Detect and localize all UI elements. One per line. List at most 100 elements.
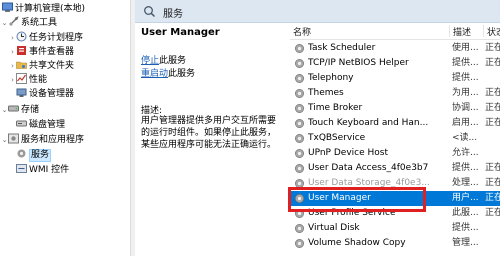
tree-label-shared-folders: 共享文件夹 bbox=[29, 61, 75, 71]
tree-label-services-apps: 服务和应用程序 bbox=[21, 135, 85, 145]
service-description-cell: 提供... bbox=[452, 223, 479, 233]
tree-label-wmi: WMI 控件 bbox=[29, 165, 70, 175]
table-row[interactable]: Virtual Disk 提供... bbox=[290, 221, 500, 236]
chevron-down-icon[interactable]: ⌄ bbox=[1, 134, 8, 147]
service-name-cell: Themes bbox=[308, 88, 344, 98]
service-status-cell: 正在 bbox=[485, 118, 500, 128]
tree-label-event-viewer: 事件查看器 bbox=[29, 47, 75, 57]
column-header-name[interactable]: 名称 bbox=[290, 25, 450, 38]
gear-icon bbox=[294, 133, 305, 144]
tree-node-event-viewer[interactable]: › 事件查看器 bbox=[9, 45, 74, 58]
table-row[interactable]: Time Broker 协调... 正在 bbox=[290, 101, 500, 116]
tree-node-services[interactable]: 服务 bbox=[16, 148, 52, 162]
services-header-title: 服务 bbox=[163, 9, 183, 20]
gear-icon bbox=[294, 43, 305, 54]
performance-icon bbox=[16, 73, 27, 84]
column-header-description[interactable]: 描述 bbox=[450, 25, 484, 38]
storage-icon bbox=[8, 103, 19, 114]
tree-label-root: 计算机管理(本地) bbox=[15, 4, 86, 14]
service-name-cell: User Manager bbox=[308, 193, 371, 203]
service-description-cell: 提供... bbox=[452, 163, 479, 173]
table-row[interactable]: User Data Access_4f0e3b7 提供... 正在 bbox=[290, 161, 500, 176]
gear-icon bbox=[16, 148, 27, 159]
tree-node-system-tools[interactable]: ⌄ 系统工具 bbox=[1, 16, 57, 29]
chevron-right-icon[interactable]: › bbox=[9, 32, 16, 45]
service-name-cell: Volume Shadow Copy bbox=[308, 238, 406, 248]
table-row[interactable]: TCP/IP NetBIOS Helper 提供... 正在 bbox=[290, 56, 500, 71]
chevron-down-icon[interactable]: ⌄ bbox=[1, 17, 8, 30]
service-name-cell: TCP/IP NetBIOS Helper bbox=[308, 58, 409, 68]
service-description-cell: 处理... bbox=[452, 178, 479, 188]
table-row[interactable]: User Profile Service 此服... 正在 bbox=[290, 206, 500, 221]
computer-management-icon bbox=[2, 2, 13, 13]
table-row[interactable]: User Data Storage_4f0e3... 处理... 正在 bbox=[290, 176, 500, 191]
tree-node-task-scheduler[interactable]: › 任务计划程序 bbox=[9, 31, 83, 44]
gear-icon bbox=[294, 238, 305, 249]
stop-service-suffix: 此服务 bbox=[159, 56, 187, 66]
service-name-cell: Virtual Disk bbox=[308, 223, 360, 233]
chevron-right-icon[interactable]: › bbox=[9, 60, 16, 73]
gear-icon bbox=[294, 73, 305, 84]
table-row[interactable]: Task Scheduler 使用... 正在 bbox=[290, 41, 500, 56]
service-description-cell: 此服... bbox=[452, 208, 479, 218]
tree-label-device-manager: 设备管理器 bbox=[29, 89, 75, 99]
restart-service-link[interactable]: 重启动 bbox=[141, 69, 168, 79]
column-header-row: 名称 描述 状态 bbox=[290, 23, 500, 40]
search-icon bbox=[143, 5, 156, 18]
wmi-icon bbox=[16, 163, 27, 174]
tree-node-device-manager[interactable]: 设备管理器 bbox=[16, 87, 74, 100]
column-header-status[interactable]: 状态 bbox=[484, 25, 500, 38]
table-row[interactable]: Themes 为用... 正在 bbox=[290, 86, 500, 101]
service-description-cell: 提供... bbox=[452, 58, 479, 68]
navigation-tree: 计算机管理(本地) ⌄ 系统工具 › 任务计划程序 › 事件查看器 › 共享文件… bbox=[0, 0, 131, 256]
service-description-cell: 为用... bbox=[452, 88, 479, 98]
service-name-cell: Telephony bbox=[308, 73, 354, 83]
table-row[interactable]: Touch Keyboard and Han... 启用... 正在 bbox=[290, 116, 500, 131]
chevron-right-icon[interactable]: › bbox=[9, 74, 16, 87]
service-name-cell: Task Scheduler bbox=[308, 43, 376, 53]
restart-service-action: 重启动此服务 bbox=[141, 66, 195, 79]
service-description-cell: 启用... bbox=[452, 118, 479, 128]
table-row[interactable]: Volume Shadow Copy 管理... bbox=[290, 236, 500, 251]
selected-service-name: User Manager bbox=[141, 27, 220, 38]
service-status-cell: 正在 bbox=[485, 58, 500, 68]
table-row[interactable]: User Manager 用户... 正在 bbox=[290, 191, 500, 206]
service-status-cell: 正在 bbox=[485, 88, 500, 98]
chevron-down-icon[interactable]: ⌄ bbox=[1, 104, 8, 117]
disk-icon bbox=[16, 118, 27, 129]
tree-node-disk-management[interactable]: 磁盘管理 bbox=[16, 118, 65, 131]
tree-node-root[interactable]: 计算机管理(本地) bbox=[2, 2, 85, 15]
tree-node-shared-folders[interactable]: › 共享文件夹 bbox=[9, 59, 74, 72]
service-status-cell: 正在 bbox=[485, 43, 500, 53]
service-name-cell: User Data Access_4f0e3b7 bbox=[308, 163, 429, 173]
service-name-cell: Time Broker bbox=[308, 103, 363, 113]
table-row[interactable]: TxQBService <读... bbox=[290, 131, 500, 146]
services-list: 名称 描述 状态 Task Scheduler使用...正在TCP/IP Net… bbox=[290, 23, 500, 256]
gear-icon bbox=[294, 208, 305, 219]
service-name-cell: User Profile Service bbox=[308, 208, 396, 218]
gear-icon bbox=[294, 193, 305, 204]
gear-icon bbox=[294, 178, 305, 189]
service-description-cell: 用户... bbox=[452, 193, 479, 203]
gear-icon bbox=[294, 223, 305, 234]
tree-node-wmi[interactable]: WMI 控件 bbox=[16, 163, 69, 176]
description-text: 用户管理器提供多用户交互所需要的运行时组件。如果停止此服务，某些应用程序可能无法… bbox=[141, 116, 277, 150]
table-row[interactable]: UPnP Device Host 允许... bbox=[290, 146, 500, 161]
tree-node-services-apps[interactable]: ⌄ 服务和应用程序 bbox=[1, 133, 84, 146]
tree-node-storage[interactable]: ⌄ 存储 bbox=[1, 103, 39, 116]
tree-label-disk-management: 磁盘管理 bbox=[29, 120, 66, 130]
service-description-cell: 管理... bbox=[452, 238, 479, 248]
services-header: 服务 bbox=[135, 0, 500, 23]
service-description-cell: 协调... bbox=[452, 103, 479, 113]
service-status-cell: 正在 bbox=[485, 163, 500, 173]
service-description-cell: 允许... bbox=[452, 148, 479, 158]
restart-service-suffix: 此服务 bbox=[168, 69, 196, 79]
gear-icon bbox=[294, 103, 305, 114]
event-viewer-icon bbox=[16, 45, 27, 56]
table-row[interactable]: Telephony 提供... bbox=[290, 71, 500, 86]
stop-service-link[interactable]: 停止 bbox=[141, 56, 159, 66]
tree-label-performance: 性能 bbox=[29, 75, 48, 85]
tree-node-performance[interactable]: › 性能 bbox=[9, 73, 47, 86]
services-pane: 服务 User Manager 停止此服务 重启动此服务 描述: 用户管理器提供… bbox=[135, 0, 500, 256]
chevron-right-icon[interactable]: › bbox=[9, 46, 16, 59]
